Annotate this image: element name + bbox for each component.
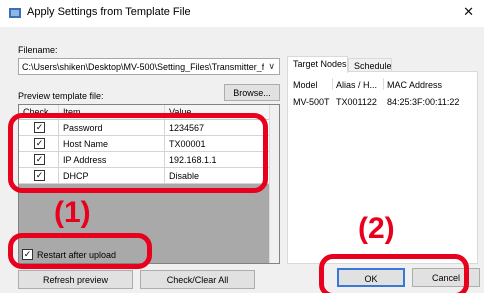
tab-target-nodes[interactable]: Target Nodes	[287, 56, 348, 73]
nodes-header-alias[interactable]: Alias / H...	[336, 80, 377, 90]
title-bar: Apply Settings from Template File ✕	[0, 0, 484, 27]
filename-value: C:\Users\shiken\Desktop\MV-500\Setting_F…	[22, 62, 264, 72]
nodes-header-mac[interactable]: MAC Address	[387, 80, 442, 90]
chevron-down-icon[interactable]: ∨	[268, 61, 275, 72]
annotation-label-2: (2)	[358, 212, 395, 245]
app-icon	[9, 7, 21, 19]
annotation-highlight-grid	[8, 113, 268, 193]
browse-label: Browse...	[233, 88, 271, 98]
check-clear-all-button[interactable]: Check/Clear All	[140, 270, 255, 289]
node-alias[interactable]: TX001122	[336, 97, 377, 107]
browse-button[interactable]: Browse...	[224, 84, 280, 101]
grid-scrollbar[interactable]	[269, 105, 279, 263]
annotation-highlight-restart	[8, 233, 152, 269]
window-title: Apply Settings from Template File	[27, 6, 191, 18]
node-mac[interactable]: 84:25:3F:00:11:22	[387, 97, 459, 107]
preview-label: Preview template file:	[18, 91, 104, 101]
annotation-label-1: (1)	[54, 196, 91, 229]
annotation-highlight-ok	[319, 254, 469, 293]
filename-combo[interactable]: C:\Users\shiken\Desktop\MV-500\Setting_F…	[18, 58, 280, 75]
close-icon[interactable]: ✕	[463, 4, 474, 20]
nodes-header-model[interactable]: Model	[293, 80, 318, 90]
filename-label: Filename:	[18, 45, 58, 55]
refresh-preview-button[interactable]: Refresh preview	[18, 270, 133, 289]
node-model[interactable]: MV-500T	[293, 97, 330, 107]
